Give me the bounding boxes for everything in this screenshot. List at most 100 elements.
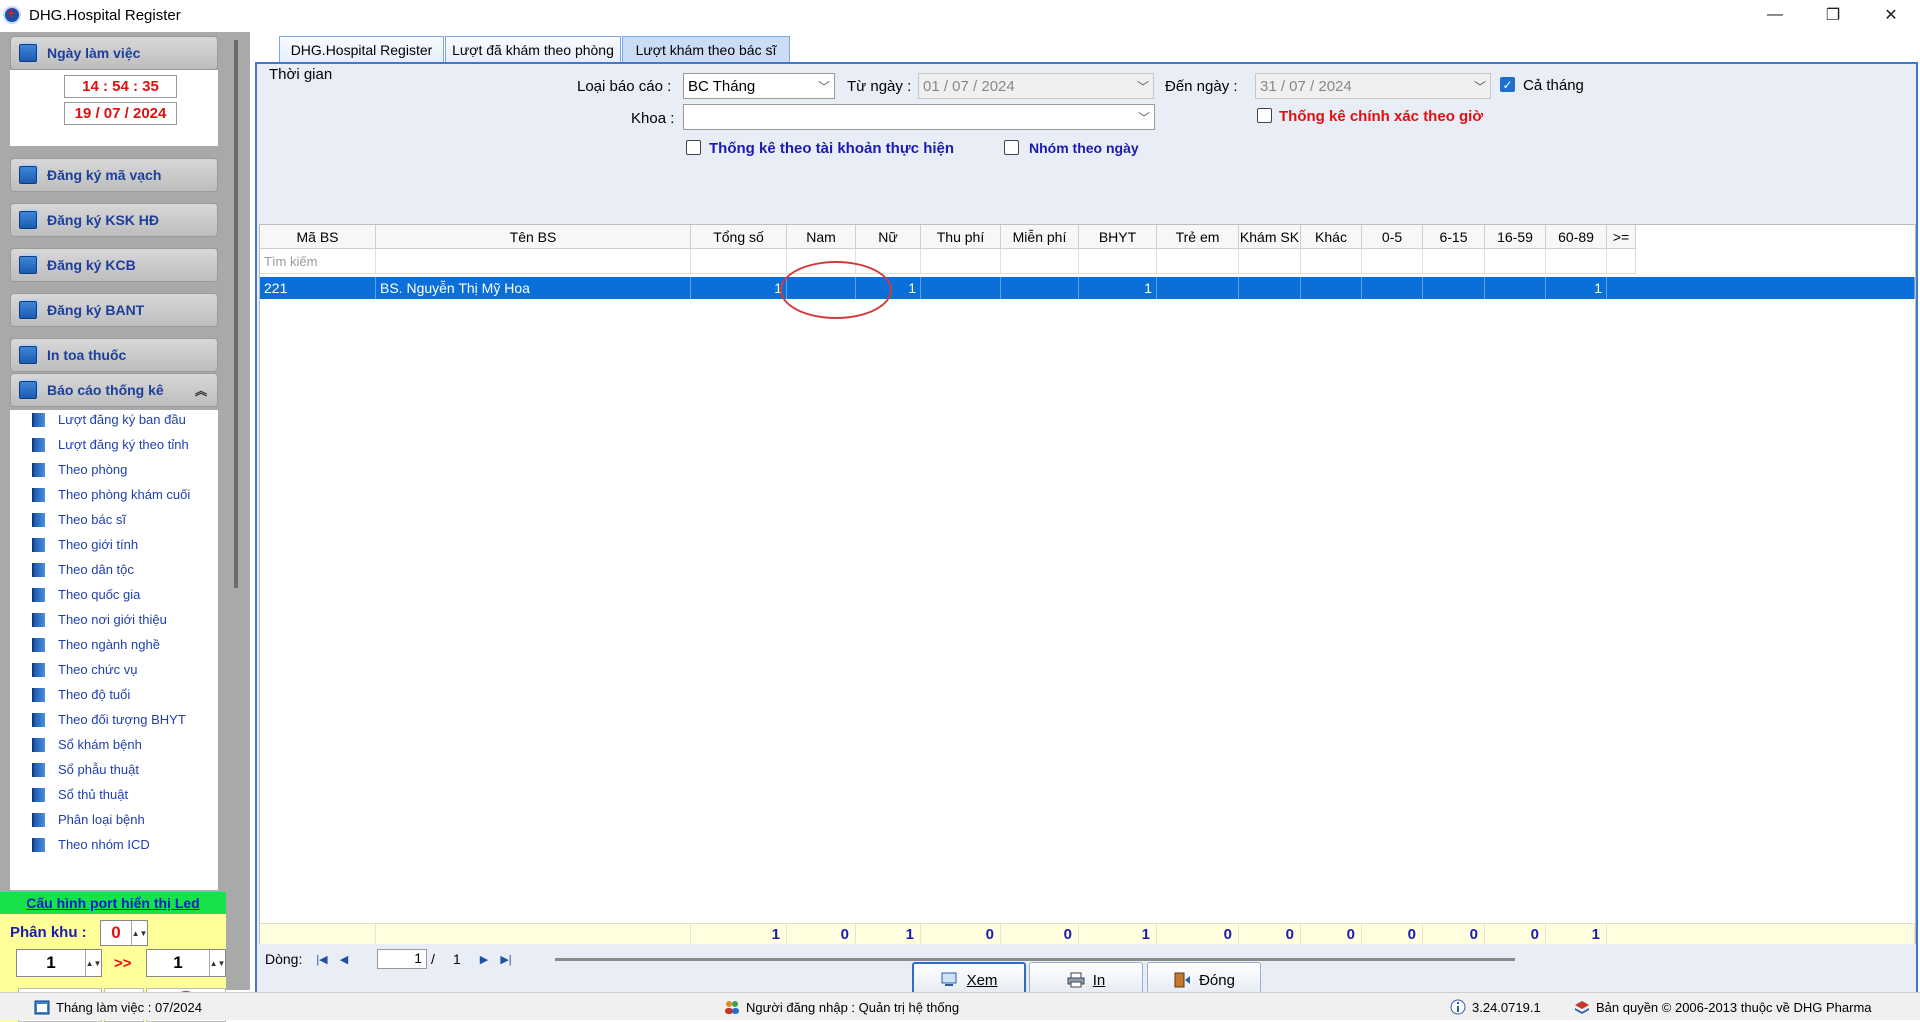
col-header-children[interactable]: Trẻ em [1157, 225, 1239, 249]
nav-group-ksk-register[interactable]: Đăng ký KSK HĐ [10, 203, 218, 237]
col-header-age-0-5[interactable]: 0-5 [1362, 225, 1423, 249]
cell-age-90-plus[interactable] [1607, 277, 1915, 299]
search-cell[interactable] [1157, 249, 1239, 274]
report-item-by-room[interactable]: Theo phòng [32, 457, 127, 482]
chevron-down-icon[interactable]: ﹀ [1470, 74, 1490, 98]
current-page-input[interactable]: 1 [377, 949, 427, 969]
cell-age-60-89[interactable]: 1 [1546, 277, 1607, 299]
search-input[interactable]: Tìm kiếm [260, 249, 376, 274]
from-date-field[interactable]: 01 / 07 / 2024 ﹀ [918, 73, 1154, 99]
chevron-down-icon[interactable]: ﹀ [1133, 74, 1153, 98]
report-item-surgery-book[interactable]: Sổ phẫu thuật [32, 757, 139, 782]
restore-button[interactable]: ❐ [1804, 0, 1862, 30]
search-cell[interactable] [691, 249, 787, 274]
report-item-by-referral[interactable]: Theo nơi giới thiệu [32, 607, 167, 632]
to-date-field[interactable]: 31 / 07 / 2024 ﹀ [1255, 73, 1491, 99]
nav-group-bant-register[interactable]: Đăng ký BANT [10, 293, 218, 327]
report-type-select[interactable]: BC Tháng ﹀ [683, 73, 835, 99]
nav-group-barcode-register[interactable]: Đăng ký mã vạch [10, 158, 218, 192]
stepper-arrows-icon[interactable]: ▲▼ [131, 921, 147, 945]
minimize-button[interactable]: — [1746, 0, 1804, 30]
horizontal-scrollbar[interactable] [555, 958, 1515, 961]
nav-group-kcb-register[interactable]: Đăng ký KCB [10, 248, 218, 282]
report-item-by-ethnicity[interactable]: Theo dân tộc [32, 557, 134, 582]
col-header-health-check[interactable]: Khám SK [1239, 225, 1301, 249]
last-page-icon[interactable]: ▶| [495, 950, 517, 968]
cell-age-6-15[interactable] [1423, 277, 1485, 299]
tab-visits-by-room[interactable]: Lượt đã khám theo phòng [445, 36, 621, 62]
report-item-by-doctor[interactable]: Theo bác sĩ [32, 507, 126, 532]
cell-bhyt[interactable]: 1 [1079, 277, 1157, 299]
first-page-icon[interactable]: |◀ [311, 950, 333, 968]
col-header-paid[interactable]: Thu phí [921, 225, 1001, 249]
stepper-arrows-icon[interactable]: ▲▼ [209, 950, 225, 976]
cell-age-0-5[interactable] [1362, 277, 1423, 299]
cell-children[interactable] [1157, 277, 1239, 299]
chevron-down-icon[interactable]: ﹀ [1134, 105, 1154, 129]
department-select[interactable]: ﹀ [683, 104, 1155, 130]
search-cell[interactable] [1485, 249, 1546, 274]
col-header-doctor-id[interactable]: Mã BS [260, 225, 376, 249]
report-item-by-gender[interactable]: Theo giới tính [32, 532, 138, 557]
tab-hospital-register[interactable]: DHG.Hospital Register [279, 36, 444, 62]
col-header-other[interactable]: Khác [1301, 225, 1362, 249]
report-item-by-last-room[interactable]: Theo phòng khám cuối [32, 482, 190, 507]
from-number-stepper[interactable]: 1 ▲▼ [16, 949, 102, 977]
col-header-age-90-plus[interactable]: >= [1607, 225, 1636, 249]
report-item-initial-registrations[interactable]: Lượt đăng ký ban đầu [32, 410, 186, 432]
exact-hour-checkbox[interactable] [1257, 108, 1272, 123]
col-header-doctor-name[interactable]: Tên BS [376, 225, 691, 249]
nav-group-print-prescription[interactable]: In toa thuốc [10, 338, 218, 372]
cell-doctor-id[interactable]: 221 [260, 277, 376, 299]
report-item-by-country[interactable]: Theo quốc gia [32, 582, 140, 607]
cell-health-check[interactable] [1239, 277, 1301, 299]
search-cell[interactable] [1607, 249, 1636, 274]
col-header-age-16-59[interactable]: 16-59 [1485, 225, 1546, 249]
whole-month-checkbox[interactable]: ✓ [1500, 77, 1515, 92]
search-cell[interactable] [1362, 249, 1423, 274]
search-cell[interactable] [1079, 249, 1157, 274]
chevron-down-icon[interactable]: ﹀ [814, 74, 834, 98]
left-panel-scrollbar[interactable] [234, 40, 238, 588]
cell-paid[interactable] [921, 277, 1001, 299]
search-cell[interactable] [1423, 249, 1485, 274]
col-header-free[interactable]: Miễn phí [1001, 225, 1079, 249]
search-cell[interactable] [376, 249, 691, 274]
report-item-exam-book[interactable]: Sổ khám bệnh [32, 732, 142, 757]
search-cell[interactable] [1001, 249, 1079, 274]
search-cell[interactable] [921, 249, 1001, 274]
col-header-female[interactable]: Nữ [856, 225, 921, 249]
led-port-config-link[interactable]: Cấu hình port hiển thị Led [0, 892, 226, 914]
tab-visits-by-doctor[interactable]: Lượt khám theo bác sĩ [622, 36, 790, 62]
stepper-arrows-icon[interactable]: ▲▼ [85, 950, 101, 976]
col-header-male[interactable]: Nam [787, 225, 856, 249]
report-item-by-province[interactable]: Lượt đăng ký theo tỉnh [32, 432, 189, 457]
group-by-day-checkbox[interactable] [1004, 140, 1019, 155]
by-account-checkbox[interactable] [686, 140, 701, 155]
report-item-procedure-book[interactable]: Sổ thủ thuật [32, 782, 128, 807]
report-item-by-occupation[interactable]: Theo ngành nghề [32, 632, 160, 657]
report-item-by-age[interactable]: Theo độ tuổi [32, 682, 130, 707]
col-header-age-60-89[interactable]: 60-89 [1546, 225, 1607, 249]
cell-age-16-59[interactable] [1485, 277, 1546, 299]
cell-free[interactable] [1001, 277, 1079, 299]
to-number-stepper[interactable]: 1 ▲▼ [146, 949, 226, 977]
col-header-age-6-15[interactable]: 6-15 [1423, 225, 1485, 249]
report-item-icd-group[interactable]: Theo nhóm ICD [32, 832, 150, 857]
search-cell[interactable] [1239, 249, 1301, 274]
search-cell[interactable] [1546, 249, 1607, 274]
next-page-icon[interactable]: ▶ [473, 950, 495, 968]
zone-stepper[interactable]: 0 ▲▼ [100, 920, 148, 946]
close-window-button[interactable]: ✕ [1862, 0, 1920, 30]
col-header-total[interactable]: Tổng số [691, 225, 787, 249]
collapse-chevron-icon[interactable]: ︽ [195, 382, 207, 399]
cell-total[interactable]: 1 [691, 277, 787, 299]
report-item-disease-class[interactable]: Phân loại bệnh [32, 807, 145, 832]
cell-doctor-name[interactable]: BS. Nguyễn Thị Mỹ Hoa [376, 277, 691, 299]
cell-other[interactable] [1301, 277, 1362, 299]
prev-page-icon[interactable]: ◀ [333, 950, 355, 968]
col-header-bhyt[interactable]: BHYT [1079, 225, 1157, 249]
report-item-by-position[interactable]: Theo chức vụ [32, 657, 138, 682]
search-cell[interactable] [1301, 249, 1362, 274]
workday-header[interactable]: Ngày làm việc [10, 36, 218, 70]
